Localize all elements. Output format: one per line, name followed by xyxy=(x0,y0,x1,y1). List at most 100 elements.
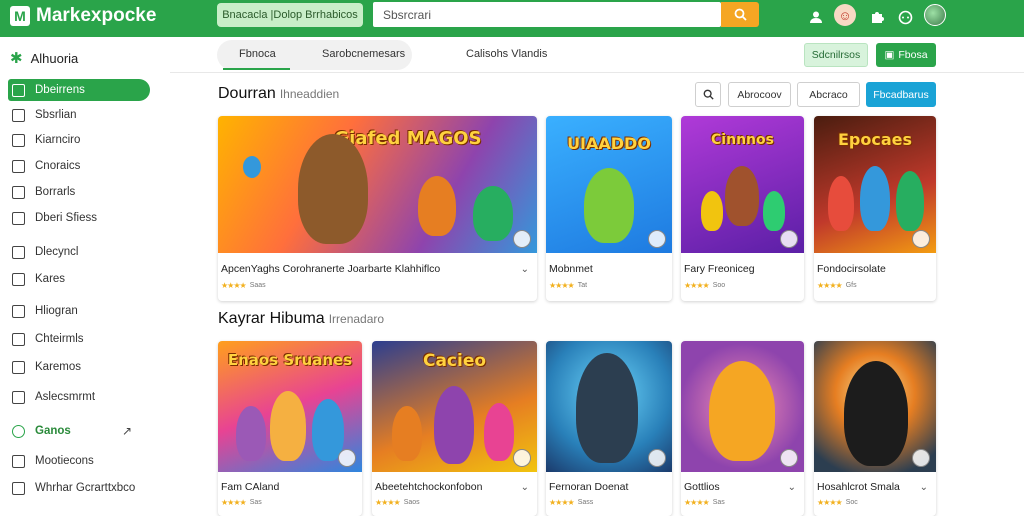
star-rating-icon: ★★★★ xyxy=(375,498,401,507)
game-thumbnail: Cinnnos xyxy=(681,116,804,253)
square-icon xyxy=(12,332,25,346)
sidebar-item-7[interactable]: Kares xyxy=(8,268,150,290)
sidebar-item-0[interactable]: Dbeirrens xyxy=(8,79,150,101)
sidebar-item-3[interactable]: Cnoraics xyxy=(8,155,150,177)
sidebar-item-13[interactable]: Mootiecons xyxy=(8,450,150,472)
sidebar-item-5[interactable]: Dberi Sfiess xyxy=(8,207,150,229)
game-thumbnail: UIAADDO xyxy=(546,116,672,253)
primary-action-button[interactable]: ▣ Fbosa xyxy=(876,43,936,67)
rating: ★★★★ Gfs xyxy=(817,281,857,290)
game-thumbnail: Cacieo xyxy=(372,341,537,472)
filter-button-2[interactable]: Fbcadbarus xyxy=(866,82,936,107)
character-figure xyxy=(236,406,266,461)
square-icon xyxy=(12,454,25,468)
character-figure xyxy=(392,406,422,461)
puzzle-icon[interactable] xyxy=(867,7,887,27)
filter-search-button[interactable] xyxy=(695,82,721,107)
square-icon xyxy=(12,211,25,225)
character-figure xyxy=(860,166,890,231)
chevron-down-icon[interactable]: ⌄ xyxy=(920,482,928,493)
user-icon[interactable] xyxy=(806,7,826,27)
filter-button-0[interactable]: Abrocoov xyxy=(728,82,791,107)
rating: ★★★★ Sas xyxy=(684,498,725,507)
tab-1[interactable]: Sarobcnemesars xyxy=(322,48,405,60)
secondary-action-button[interactable]: Sdcnilrsos xyxy=(804,43,868,67)
character-figure xyxy=(701,191,723,231)
expand-arrow-icon[interactable]: ↗ xyxy=(122,424,132,438)
profile-avatar-icon[interactable]: ☺ xyxy=(834,4,856,26)
top-filter-pill[interactable]: Bnacacla |Dolop Brrhabicos xyxy=(217,3,363,27)
game-card[interactable]: Hosahlcrot Smala ⌄ ★★★★ Soc xyxy=(814,341,936,516)
star-burst-icon: ✱ xyxy=(10,50,23,67)
character-figure xyxy=(484,403,514,461)
game-card[interactable]: UIAADDO Mobnmet ★★★★ Tat xyxy=(546,116,672,301)
sidebar-item-14[interactable]: Whrhar Gcrarttxbco xyxy=(8,477,150,499)
badge-icon xyxy=(780,449,798,467)
tab-2[interactable]: Calisohs Vlandis xyxy=(466,48,547,60)
character-figure xyxy=(844,361,908,466)
game-card[interactable]: Epocaes Fondocirsolate ★★★★ Gfs xyxy=(814,116,936,301)
search-button[interactable] xyxy=(721,2,759,27)
chat-icon[interactable] xyxy=(895,7,915,27)
star-rating-icon: ★★★★ xyxy=(221,498,247,507)
character-figure xyxy=(763,191,785,231)
chevron-down-icon[interactable]: ⌄ xyxy=(788,482,796,493)
game-card[interactable]: Cinnnos Fary Freoniceg ★★★★ Soo xyxy=(681,116,804,301)
square-icon xyxy=(12,83,25,97)
game-thumbnail: Giafed MAGOS xyxy=(218,116,537,253)
character-figure xyxy=(270,391,306,461)
section-2-title: Kayrar Hibuma Irrenadaro xyxy=(218,310,385,327)
game-card[interactable]: Enaos Sruanes Fam CAland ★★★★ Sas xyxy=(218,341,362,516)
rating: ★★★★ Tat xyxy=(549,281,588,290)
game-card[interactable]: Cacieo Abeetehtchockonfobon ⌄ ★★★★ Saos xyxy=(372,341,537,516)
badge-icon xyxy=(338,449,356,467)
square-icon xyxy=(12,245,25,259)
character-figure xyxy=(434,386,474,464)
game-thumbnail xyxy=(681,341,804,472)
balloon-icon xyxy=(243,156,261,178)
character-figure xyxy=(298,134,368,244)
sidebar-heading: ✱ Alhuoria xyxy=(10,50,79,67)
character-figure xyxy=(896,171,924,231)
character-figure xyxy=(473,186,513,241)
sidebar-item-6[interactable]: Dlecyncl xyxy=(8,241,150,263)
chevron-down-icon[interactable]: ⌄ xyxy=(521,264,529,275)
brand[interactable]: M Markexpocke xyxy=(10,5,156,27)
header-divider xyxy=(170,72,1024,73)
square-icon xyxy=(12,304,25,318)
search-icon xyxy=(734,8,747,21)
sidebar-item-2[interactable]: Kiarnciro xyxy=(8,129,150,151)
account-avatar[interactable] xyxy=(924,4,946,26)
game-card[interactable]: Giafed MAGOS ApcenYaghs Corohranerte Joa… xyxy=(218,116,537,301)
character-figure xyxy=(709,361,775,461)
sidebar-item-10[interactable]: Karemos xyxy=(8,356,150,378)
sidebar-item-9[interactable]: Chteirmls xyxy=(8,328,150,350)
star-rating-icon: ★★★★ xyxy=(549,281,575,290)
sidebar-item-8[interactable]: Hliogran xyxy=(8,300,150,322)
grid-icon: ▣ xyxy=(884,49,895,61)
chevron-down-icon[interactable]: ⌄ xyxy=(521,482,529,493)
search-input[interactable] xyxy=(373,2,721,27)
star-rating-icon: ★★★★ xyxy=(817,498,843,507)
brand-name: Markexpocke xyxy=(36,5,157,26)
sidebar-item-4[interactable]: Borrarls xyxy=(8,181,150,203)
rating: ★★★★ Soc xyxy=(817,498,858,507)
square-icon xyxy=(12,390,25,404)
star-rating-icon: ★★★★ xyxy=(684,498,710,507)
character-figure xyxy=(828,176,854,231)
filter-button-1[interactable]: Abcraco xyxy=(797,82,860,107)
game-thumbnail xyxy=(814,341,936,472)
game-card[interactable]: Fernoran Doenat ★★★★ Sass xyxy=(546,341,672,516)
rating: ★★★★ Saas xyxy=(221,281,266,290)
square-icon xyxy=(12,159,25,173)
character-figure xyxy=(725,166,759,226)
game-card[interactable]: Gottlios ⌄ ★★★★ Sas xyxy=(681,341,804,516)
sidebar-item-11[interactable]: Aslecsmrmt xyxy=(8,386,150,408)
top-bar: M Markexpocke Bnacacla |Dolop Brrhabicos… xyxy=(0,0,1024,37)
sidebar-item-1[interactable]: Sbsrlian xyxy=(8,104,150,126)
brand-logo-icon: M xyxy=(10,6,30,26)
tab-0[interactable]: Fbnoca xyxy=(239,48,276,60)
rating: ★★★★ Sas xyxy=(221,498,262,507)
badge-icon xyxy=(780,230,798,248)
square-icon xyxy=(12,133,25,147)
